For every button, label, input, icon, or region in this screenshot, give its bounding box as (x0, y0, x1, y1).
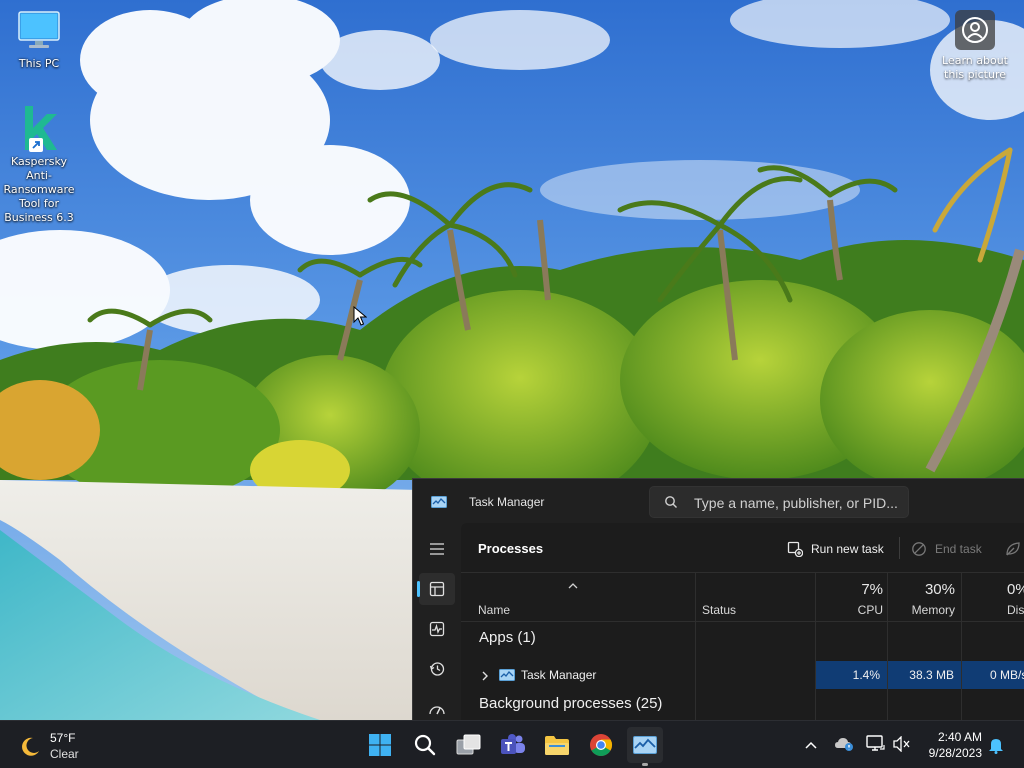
teams-button[interactable] (495, 727, 531, 763)
column-divider (887, 573, 888, 720)
task-view-icon (456, 734, 481, 755)
task-manager-app-icon (499, 668, 515, 686)
window-title: Task Manager (469, 495, 545, 509)
menu-icon (430, 543, 444, 555)
column-divider (961, 573, 962, 720)
column-header-memory[interactable]: Memory (889, 603, 955, 617)
disk-percent: 0% (1007, 581, 1024, 598)
app-history-icon (429, 662, 445, 676)
file-explorer-button[interactable] (539, 727, 575, 763)
process-table: Name Status 7% CPU 30% Memory 0% Disk Ap… (461, 573, 1024, 720)
group-header-background: Background processes (25) (479, 695, 663, 712)
mouse-cursor-icon (353, 305, 368, 330)
show-hidden-icons-chevron-icon[interactable] (804, 737, 818, 755)
task-view-button[interactable] (451, 727, 487, 763)
camera-info-icon (955, 10, 995, 50)
run-new-task-button[interactable]: Run new task (787, 539, 884, 559)
volume-muted-icon[interactable] (893, 735, 911, 757)
performance-icon (429, 621, 445, 637)
process-name: Task Manager (521, 668, 597, 682)
notification-bell-icon[interactable] (988, 736, 1004, 759)
monitor-icon (0, 10, 78, 54)
task-manager-icon (633, 736, 657, 754)
clock-date[interactable]: 9/28/2023 (920, 746, 982, 760)
teams-icon (501, 734, 525, 754)
cpu-percent: 7% (861, 581, 883, 598)
group-header-apps: Apps (1) (479, 629, 536, 646)
start-button[interactable] (362, 727, 398, 763)
kaspersky-icon (17, 104, 61, 152)
desktop-icon-label: This PC (18, 57, 60, 70)
sort-up-chevron-icon (567, 577, 579, 595)
memory-percent: 30% (924, 581, 955, 598)
efficiency-mode-icon[interactable] (1005, 541, 1021, 562)
column-divider (815, 573, 816, 720)
shortcut-arrow-icon (29, 138, 43, 152)
column-header-disk[interactable]: Disk (1007, 603, 1024, 617)
processes-icon (429, 581, 445, 597)
desktop-icon-kaspersky[interactable]: Kaspersky Anti-Ransomware Tool for Busin… (0, 104, 78, 225)
chrome-button[interactable] (583, 727, 619, 763)
run-task-icon (787, 541, 803, 557)
network-icon[interactable] (866, 735, 886, 758)
process-search-box[interactable] (649, 486, 909, 518)
header-divider (461, 621, 1024, 622)
task-manager-window: Task Manager Type a name, publisher, or … (412, 478, 1024, 720)
column-header-cpu[interactable]: CPU (817, 603, 883, 617)
desktop-icon-this-pc[interactable]: This PC (0, 10, 78, 71)
table-row[interactable]: Task Manager 1.4% 38.3 MB 0 MB/s (461, 661, 1024, 689)
column-header-status[interactable]: Status (702, 603, 736, 617)
task-manager-nav (413, 523, 461, 720)
processes-panel: Processes Run new task End task Name Sta… (461, 523, 1024, 720)
toolbar-divider (899, 537, 900, 559)
taskbar: 57°F Clear 2:40 AM 9/28/2023 (0, 720, 1024, 768)
column-divider (695, 573, 696, 720)
task-manager-titlebar[interactable]: Task Manager (413, 479, 1024, 523)
startup-apps-icon (429, 706, 445, 715)
learn-about-picture-label: Learn about this picture (942, 54, 1008, 81)
weather-temperature: 57°F (50, 731, 76, 745)
onedrive-icon[interactable] (834, 736, 854, 757)
end-task-label: End task (935, 542, 982, 556)
weather-condition: Clear (50, 747, 79, 761)
task-manager-taskbar-button[interactable] (627, 727, 663, 766)
processes-toolbar: Processes Run new task End task (461, 523, 1024, 573)
chrome-icon (590, 734, 612, 756)
process-disk: 0 MB/s (962, 661, 1024, 689)
desktop-icon-label: Kaspersky Anti-Ransomware Tool for Busin… (3, 155, 75, 224)
process-cpu: 1.4% (816, 661, 887, 689)
column-header-name[interactable]: Name (478, 603, 510, 617)
file-explorer-icon (545, 736, 569, 755)
taskbar-search-button[interactable] (407, 727, 443, 763)
nav-processes[interactable] (417, 573, 455, 605)
end-task-button[interactable]: End task (911, 539, 982, 559)
task-manager-app-icon (431, 495, 447, 513)
start-icon (369, 734, 391, 756)
expand-chevron-icon[interactable] (481, 669, 489, 687)
search-input[interactable] (694, 493, 904, 513)
nav-performance[interactable] (419, 613, 455, 645)
nav-startup-apps[interactable] (419, 693, 455, 720)
end-task-icon (912, 542, 926, 556)
nav-app-history[interactable] (419, 653, 455, 685)
process-memory: 38.3 MB (888, 661, 961, 689)
hamburger-menu-button[interactable] (419, 533, 455, 565)
clock-time[interactable]: 2:40 AM (920, 730, 982, 744)
search-icon (414, 734, 436, 756)
search-icon (664, 495, 678, 514)
moon-icon (18, 735, 42, 764)
run-new-task-label: Run new task (811, 542, 884, 556)
page-title: Processes (478, 541, 544, 556)
learn-about-picture[interactable]: Learn about this picture (936, 10, 1014, 82)
